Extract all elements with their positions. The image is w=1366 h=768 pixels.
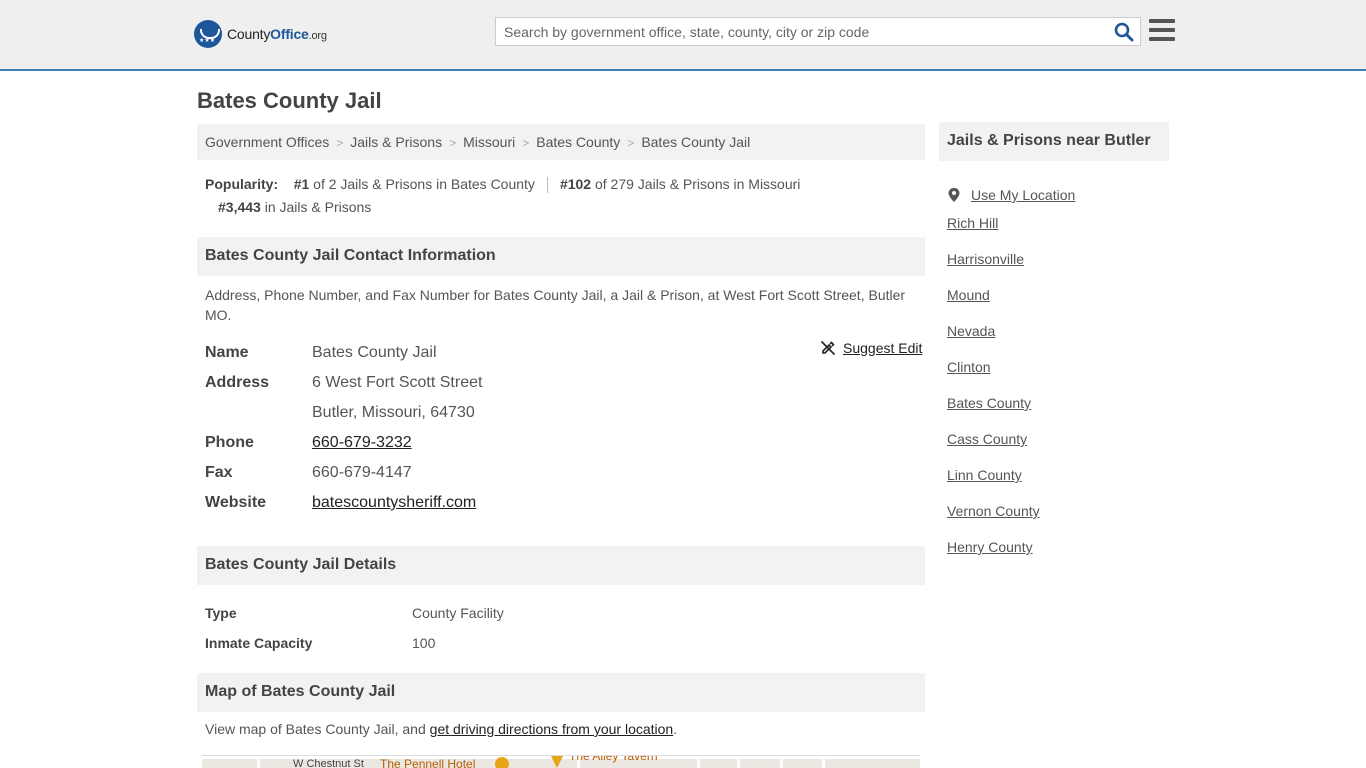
breadcrumb: Government Offices > Jails & Prisons > Misso… bbox=[197, 124, 925, 160]
address-line1: 6 West Fort Scott Street bbox=[312, 374, 483, 391]
popularity-label: Popularity: bbox=[205, 176, 279, 192]
contact-description: Address, Phone Number, and Fax Number fo… bbox=[205, 287, 906, 323]
breadcrumb-item[interactable]: Bates County bbox=[536, 134, 620, 150]
map-heading: Map of Bates County Jail bbox=[197, 673, 925, 712]
location-pin-icon bbox=[948, 188, 960, 202]
map-street-label: W Chestnut St bbox=[293, 758, 364, 768]
popularity: Popularity: #1 of 2 Jails & Prisons in B… bbox=[205, 173, 920, 219]
nearby-link[interactable]: Clinton bbox=[947, 359, 991, 375]
website-row: Website batescountysheriff.com bbox=[205, 488, 922, 518]
divider bbox=[546, 177, 548, 194]
nearby-link[interactable]: Linn County bbox=[947, 467, 1022, 483]
details-table: Type County Facility Inmate Capacity 100 bbox=[205, 598, 504, 658]
hamburger-menu-icon[interactable] bbox=[1149, 19, 1175, 41]
map-pin-icon bbox=[550, 756, 564, 768]
details-heading: Bates County Jail Details bbox=[197, 546, 925, 585]
nearby-link[interactable]: Vernon County bbox=[947, 503, 1040, 519]
type-row: Type County Facility bbox=[205, 598, 504, 628]
nearby-link[interactable]: Cass County bbox=[947, 431, 1027, 447]
phone-row: Phone 660-679-3232 bbox=[205, 428, 922, 458]
logo[interactable]: CountyOffice.org bbox=[194, 20, 327, 48]
rank-county-text: of 2 Jails & Prisons in Bates County bbox=[313, 176, 535, 192]
logo-seal-icon bbox=[194, 20, 222, 48]
map-embed[interactable]: W Chestnut St The Pennell Hotel The Alle… bbox=[202, 755, 920, 768]
search-box bbox=[495, 17, 1141, 46]
capacity-row: Inmate Capacity 100 bbox=[205, 628, 504, 658]
use-location-item: Use My Location bbox=[947, 177, 1075, 213]
contact-table: Name Bates County Jail Address 6 West Fo… bbox=[205, 338, 922, 518]
capacity-label: Inmate Capacity bbox=[205, 635, 313, 651]
nearby-list: Use My Location Rich Hill Harrisonville … bbox=[947, 177, 1075, 573]
type-value: County Facility bbox=[412, 605, 504, 621]
nearby-link[interactable]: Rich Hill bbox=[947, 215, 998, 231]
address-line2: Butler, Missouri, 64730 bbox=[312, 404, 475, 421]
fax-value: 660-679-4147 bbox=[312, 464, 412, 481]
map-poi-label: The Pennell Hotel bbox=[380, 757, 476, 768]
sidebar-heading: Jails & Prisons near Butler bbox=[939, 122, 1169, 161]
breadcrumb-item[interactable]: Government Offices bbox=[205, 134, 329, 150]
nearby-link[interactable]: Bates County bbox=[947, 395, 1031, 411]
rank-national: #3,443 bbox=[218, 199, 261, 215]
breadcrumb-item[interactable]: Jails & Prisons bbox=[350, 134, 442, 150]
breadcrumb-current: Bates County Jail bbox=[641, 134, 751, 150]
map-pin-icon bbox=[495, 757, 509, 768]
address-row: Address 6 West Fort Scott Street bbox=[205, 368, 922, 398]
search-input[interactable] bbox=[496, 18, 1096, 45]
chevron-right-icon: > bbox=[449, 136, 457, 150]
contact-heading: Bates County Jail Contact Information bbox=[197, 237, 925, 276]
nearby-link[interactable]: Nevada bbox=[947, 323, 995, 339]
site-header: CountyOffice.org bbox=[0, 0, 1366, 71]
capacity-value: 100 bbox=[412, 635, 436, 651]
nearby-link[interactable]: Henry County bbox=[947, 539, 1033, 555]
name-label: Name bbox=[205, 344, 249, 361]
address-row-2: Butler, Missouri, 64730 bbox=[205, 398, 922, 428]
breadcrumb-item[interactable]: Missouri bbox=[463, 134, 515, 150]
name-row: Name Bates County Jail bbox=[205, 338, 922, 368]
fax-label: Fax bbox=[205, 464, 233, 481]
website-link[interactable]: batescountysheriff.com bbox=[312, 494, 476, 511]
logo-text: CountyOffice.org bbox=[227, 26, 327, 42]
phone-label: Phone bbox=[205, 434, 254, 451]
type-label: Type bbox=[205, 605, 237, 621]
chevron-right-icon: > bbox=[336, 136, 344, 150]
name-value: Bates County Jail bbox=[312, 344, 437, 361]
rank-state-text: of 279 Jails & Prisons in Missouri bbox=[594, 176, 801, 192]
phone-link[interactable]: 660-679-3232 bbox=[312, 434, 412, 451]
chevron-right-icon: > bbox=[627, 136, 635, 150]
search-icon[interactable] bbox=[1114, 22, 1134, 42]
map-poi-label: The Alley Tavern bbox=[569, 755, 658, 763]
nearby-link[interactable]: Harrisonville bbox=[947, 251, 1024, 267]
rank-county: #1 bbox=[293, 176, 310, 192]
rank-national-text: in Jails & Prisons bbox=[264, 199, 372, 215]
map-description: View map of Bates County Jail, and get d… bbox=[205, 721, 678, 737]
page-title: Bates County Jail bbox=[197, 88, 382, 113]
use-location-link[interactable]: Use My Location bbox=[971, 185, 1075, 205]
chevron-right-icon: > bbox=[522, 136, 530, 150]
website-label: Website bbox=[205, 494, 267, 511]
fax-row: Fax 660-679-4147 bbox=[205, 458, 922, 488]
directions-link[interactable]: get driving directions from your locatio… bbox=[430, 721, 674, 737]
rank-state: #102 bbox=[559, 176, 592, 192]
nearby-link[interactable]: Mound bbox=[947, 287, 990, 303]
address-label: Address bbox=[205, 374, 270, 391]
